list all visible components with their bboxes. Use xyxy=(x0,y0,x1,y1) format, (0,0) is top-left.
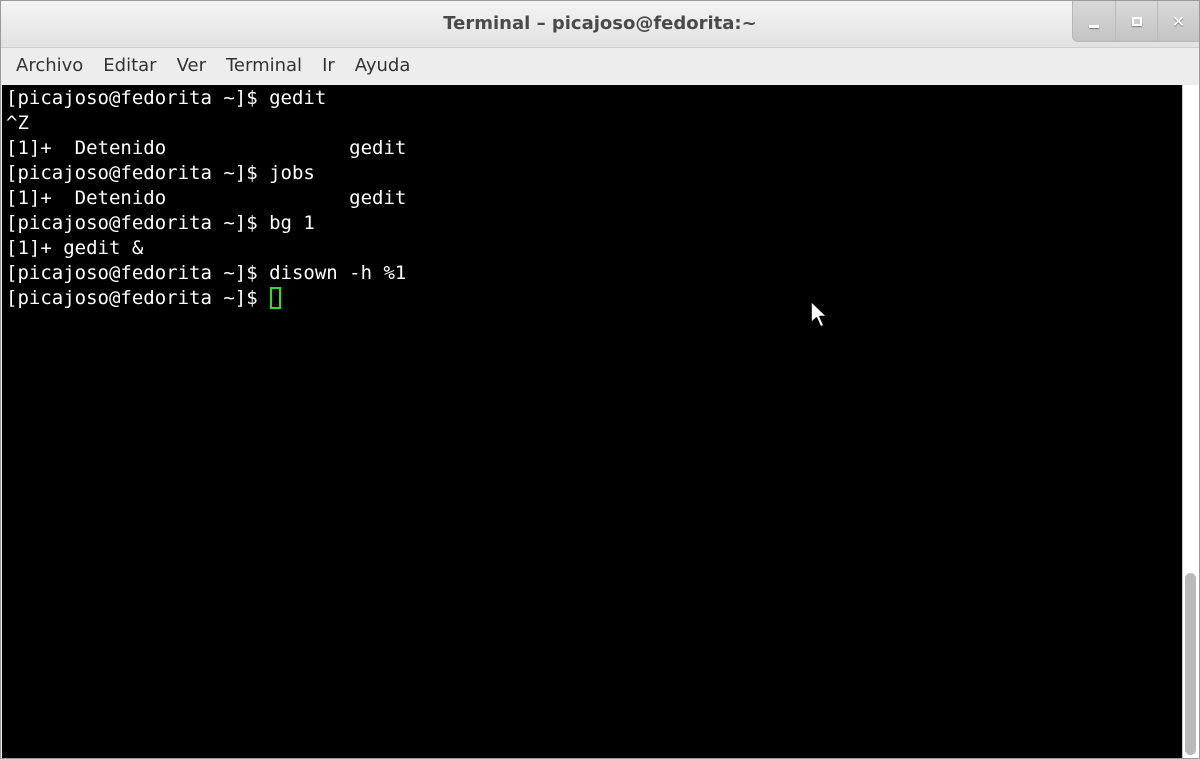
window-controls: ✕ xyxy=(1072,1,1199,42)
close-button[interactable]: ✕ xyxy=(1157,1,1199,41)
menu-editar[interactable]: Editar xyxy=(93,50,166,82)
terminal-prompt-line: [picajoso@fedorita ~]$ xyxy=(6,286,406,311)
menu-ayuda[interactable]: Ayuda xyxy=(345,50,421,82)
terminal-line: [1]+ Detenido gedit xyxy=(6,137,407,159)
text-cursor xyxy=(270,287,282,309)
terminal-prompt: [picajoso@fedorita ~]$ xyxy=(6,287,270,309)
terminal-line: [1]+ gedit & xyxy=(6,237,144,259)
terminal-line: ^Z xyxy=(6,112,29,134)
minimize-icon xyxy=(1089,24,1099,28)
window-title: Terminal – picajoso@fedorita:~ xyxy=(443,13,757,34)
terminal-line: [picajoso@fedorita ~]$ jobs xyxy=(6,162,315,184)
menu-ver[interactable]: Ver xyxy=(167,50,216,82)
terminal-lines: [picajoso@fedorita ~]$ gedit ^Z [1]+ Det… xyxy=(6,86,406,311)
title-bar[interactable]: Terminal – picajoso@fedorita:~ ✕ xyxy=(1,1,1199,48)
minimize-button[interactable] xyxy=(1073,1,1115,41)
terminal-window: Terminal – picajoso@fedorita:~ ✕ Archivo… xyxy=(0,0,1200,759)
terminal-line: [picajoso@fedorita ~]$ disown -h %1 xyxy=(6,262,407,284)
mouse-pointer-icon xyxy=(810,300,828,328)
menu-ir[interactable]: Ir xyxy=(312,50,345,82)
menu-bar: Archivo Editar Ver Terminal Ir Ayuda xyxy=(1,48,1199,84)
close-icon: ✕ xyxy=(1171,11,1186,31)
terminal-output[interactable]: [picajoso@fedorita ~]$ gedit ^Z [1]+ Det… xyxy=(2,85,1182,758)
vertical-scrollbar[interactable] xyxy=(1182,85,1199,758)
terminal-line: [picajoso@fedorita ~]$ bg 1 xyxy=(6,212,315,234)
menu-terminal[interactable]: Terminal xyxy=(216,50,312,82)
menu-archivo[interactable]: Archivo xyxy=(6,50,93,82)
scrollbar-thumb[interactable] xyxy=(1185,573,1196,755)
terminal-line: [picajoso@fedorita ~]$ gedit xyxy=(6,87,327,109)
maximize-icon xyxy=(1131,16,1142,26)
terminal-line: [1]+ Detenido gedit xyxy=(6,187,407,209)
maximize-button[interactable] xyxy=(1115,1,1157,41)
